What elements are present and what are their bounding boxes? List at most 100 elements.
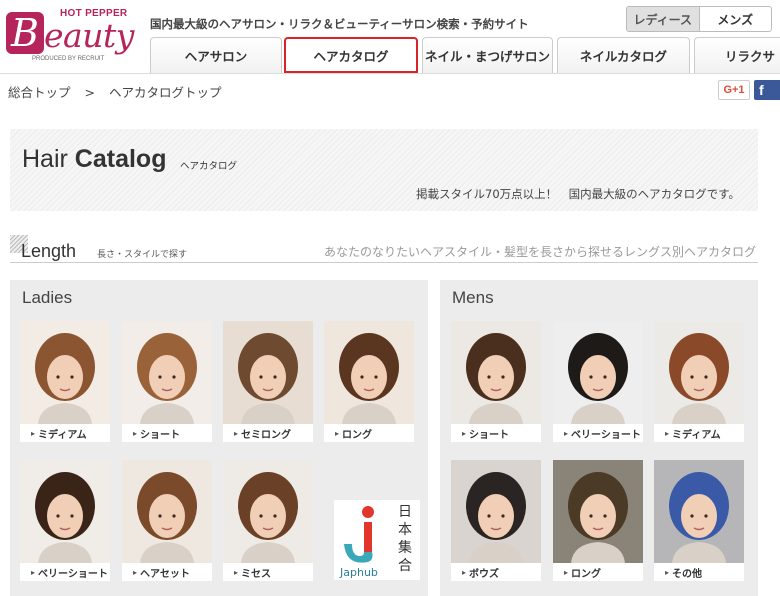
banner-subtitle: ヘアカタログ bbox=[180, 161, 238, 172]
nav-tab-nail-catalog[interactable]: ネイルカタログ bbox=[557, 37, 690, 73]
mens-panel: Mens ▸ ショート ▸ ベリーショート ▸ ミディアム ▸ ボウズ ▸ ロング ▸ その他 bbox=[440, 280, 758, 596]
japhub-name: Japhub bbox=[339, 566, 378, 579]
mens-style-card[interactable]: ▸ ベリーショート bbox=[553, 321, 643, 442]
style-label-text: ロング bbox=[571, 568, 602, 580]
logo-byline: PRODUCED BY RECRUIT bbox=[32, 56, 105, 62]
ladies-style-card[interactable]: ▸ ヘアセット bbox=[122, 460, 212, 581]
chevron-right-icon: ▸ bbox=[462, 567, 467, 577]
chevron-right-icon: ▸ bbox=[133, 428, 138, 438]
hairstyle-photo bbox=[553, 321, 643, 424]
japhub-kanji-4: 合 bbox=[398, 558, 412, 574]
gender-mens-button[interactable]: メンズ bbox=[699, 7, 771, 31]
style-label-text: ロング bbox=[342, 429, 373, 441]
banner-description: 掲載スタイル70万点以上！ 国内最大級のヘアカタログです。 bbox=[416, 187, 740, 201]
ladies-style-card[interactable]: ▸ ミセス bbox=[223, 460, 313, 581]
style-label-text: ミセス bbox=[241, 568, 272, 580]
ladies-style-card[interactable]: ▸ ショート bbox=[122, 321, 212, 442]
style-label: ▸ ミセス bbox=[223, 563, 313, 581]
ladies-panel: Ladies ▸ ミディアム ▸ ショート ▸ セミロング ▸ ロング ▸ ベリーショート ▸ ヘアセ… bbox=[10, 280, 428, 596]
nav-tab-hair-salon[interactable]: ヘアサロン bbox=[150, 37, 282, 73]
chevron-right-icon: ▸ bbox=[665, 428, 670, 438]
style-label-text: ボウズ bbox=[469, 568, 500, 580]
gender-ladies-button[interactable]: レディース bbox=[627, 7, 700, 31]
style-label-text: ミディアム bbox=[38, 429, 87, 441]
chevron-right-icon: ▸ bbox=[564, 567, 569, 577]
ladies-style-card[interactable]: ▸ ミディアム bbox=[20, 321, 110, 442]
ladies-style-card[interactable]: ▸ ベリーショート bbox=[20, 460, 110, 581]
nav-tab-nail-eyelash-salon[interactable]: ネイル・まつげサロン bbox=[422, 37, 553, 73]
style-label: ▸ ボウズ bbox=[451, 563, 541, 581]
length-subtitle: 長さ・スタイルで探す bbox=[97, 250, 188, 260]
style-label-text: その他 bbox=[672, 568, 703, 580]
japhub-kanji-2: 本 bbox=[398, 522, 412, 538]
site-header: HOT PEPPER B eauty PRODUCED BY RECRUIT 国… bbox=[0, 0, 780, 74]
chevron-right-icon: ▸ bbox=[665, 567, 670, 577]
length-title: Length bbox=[21, 241, 77, 261]
hairstyle-photo bbox=[20, 460, 110, 563]
style-label-text: ヘアセット bbox=[140, 568, 190, 580]
chevron-right-icon: ▸ bbox=[31, 567, 36, 577]
hair-catalog-banner: Hair Catalog ヘアカタログ 掲載スタイル70万点以上！ 国内最大級の… bbox=[10, 129, 758, 211]
japhub-kanji-3: 集 bbox=[398, 539, 412, 556]
nav-tab-hair-catalog[interactable]: ヘアカタログ bbox=[284, 37, 418, 73]
breadcrumb-current: ヘアカタログトップ bbox=[109, 85, 222, 100]
style-label-text: ミディアム bbox=[672, 429, 721, 441]
breadcrumb-home-link[interactable]: 総合トップ bbox=[8, 85, 71, 100]
hairstyle-photo bbox=[654, 321, 744, 424]
chevron-right-icon: ▸ bbox=[564, 428, 569, 438]
main-nav: ヘアサロン ヘアカタログ ネイル・まつげサロン ネイルカタログ リラクサ bbox=[150, 37, 780, 73]
japhub-banner[interactable]: Japhub 日 本 集 合 bbox=[334, 500, 420, 580]
ladies-style-card[interactable]: ▸ ロング bbox=[324, 321, 414, 442]
hairstyle-photo bbox=[122, 321, 212, 424]
japhub-logo-icon: Japhub 日 本 集 合 bbox=[339, 504, 412, 579]
hairstyle-photo bbox=[122, 460, 212, 563]
style-label: ▸ ロング bbox=[324, 424, 414, 442]
ladies-title: Ladies bbox=[22, 288, 73, 307]
chevron-right-icon: ▸ bbox=[234, 567, 239, 577]
hairstyle-photo bbox=[223, 460, 313, 563]
style-label-text: ベリーショート bbox=[38, 568, 108, 580]
facebook-button[interactable]: f bbox=[754, 80, 780, 100]
site-tagline: 国内最大級のヘアサロン・リラク＆ビューティーサロン検索・予約サイト bbox=[150, 17, 529, 31]
length-section-heading: Length 長さ・スタイルで探す あなたのなりたいヘアスタイル・髪型を長さから… bbox=[10, 235, 758, 263]
chevron-right-icon: ▸ bbox=[234, 428, 239, 438]
style-label: ▸ ベリーショート bbox=[553, 424, 643, 442]
hairstyle-photo bbox=[451, 321, 541, 424]
chevron-right-icon: ▸ bbox=[462, 428, 467, 438]
mens-style-card[interactable]: ▸ ボウズ bbox=[451, 460, 541, 581]
style-label-text: セミロング bbox=[241, 429, 292, 441]
style-label: ▸ ミディアム bbox=[20, 424, 110, 442]
style-label: ▸ ヘアセット bbox=[122, 563, 212, 581]
style-label: ▸ ロング bbox=[553, 563, 643, 581]
ladies-style-card[interactable]: ▸ セミロング bbox=[223, 321, 313, 442]
google-plus-button[interactable]: G+1 bbox=[718, 80, 750, 100]
style-label-text: ショート bbox=[140, 429, 181, 441]
breadcrumb: 総合トップ > ヘアカタログトップ bbox=[8, 82, 222, 101]
style-label: ▸ その他 bbox=[654, 563, 744, 581]
hairstyle-photo bbox=[223, 321, 313, 424]
nav-tab-relax-salon[interactable]: リラクサ bbox=[694, 37, 780, 73]
style-label: ▸ ショート bbox=[122, 424, 212, 442]
hairstyle-photo bbox=[451, 460, 541, 563]
breadcrumb-separator: > bbox=[84, 85, 95, 100]
mens-style-card[interactable]: ▸ ロング bbox=[553, 460, 643, 581]
mens-style-card[interactable]: ▸ ショート bbox=[451, 321, 541, 442]
style-label-text: ベリーショート bbox=[571, 429, 641, 441]
chevron-right-icon: ▸ bbox=[335, 428, 340, 438]
mens-style-card[interactable]: ▸ その他 bbox=[654, 460, 744, 581]
mens-title: Mens bbox=[452, 288, 494, 307]
hotpepper-beauty-logo[interactable]: HOT PEPPER B eauty PRODUCED BY RECRUIT bbox=[4, 6, 138, 66]
banner-title: Hair Catalog bbox=[22, 145, 166, 174]
social-buttons: G+1 f bbox=[718, 80, 780, 100]
hairstyle-photo bbox=[553, 460, 643, 563]
hairstyle-photo bbox=[324, 321, 414, 424]
logo-beauty-text: eauty bbox=[44, 16, 134, 55]
style-label-text: ショート bbox=[469, 429, 510, 441]
hairstyle-photo bbox=[654, 460, 744, 563]
style-label: ▸ ベリーショート bbox=[20, 563, 110, 581]
style-label: ▸ セミロング bbox=[223, 424, 313, 442]
mens-style-card[interactable]: ▸ ミディアム bbox=[654, 321, 744, 442]
length-description: あなたのなりたいヘアスタイル・髪型を長さから探せるレングス別ヘアカタログ bbox=[323, 245, 756, 259]
gender-toggle: レディース メンズ bbox=[626, 6, 772, 32]
japhub-kanji-1: 日 bbox=[398, 504, 412, 520]
